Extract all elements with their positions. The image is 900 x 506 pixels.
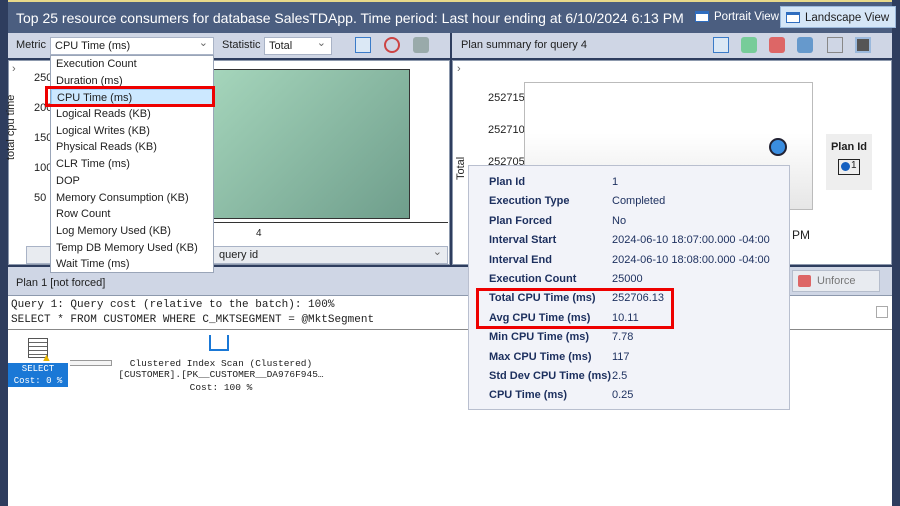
y-ticks: 252715 252710 252705: [488, 82, 525, 178]
landscape-icon: [786, 12, 800, 23]
tooltip-key: Execution Count: [489, 272, 577, 285]
tooltip-key: Execution Type: [489, 195, 570, 208]
option[interactable]: Physical Reads (KB): [51, 139, 213, 156]
chart-view-icon[interactable]: [855, 37, 871, 53]
query-sql-line: SELECT * FROM CUSTOMER WHERE C_MKTSEGMEN…: [11, 314, 375, 326]
plan-marker-icon: [841, 162, 850, 171]
configure-icon[interactable]: [384, 37, 400, 53]
tooltip-row: Execution Count 25000: [489, 270, 789, 289]
legend: Plan Id 1: [826, 134, 872, 190]
select-node[interactable]: SELECT Cost: 0 %: [8, 363, 68, 387]
expand-icon[interactable]: ›: [457, 63, 461, 75]
tooltip-key: Plan Id: [489, 176, 526, 188]
tooltip-value: 0.25: [612, 389, 634, 402]
tooltip-key: Min CPU Time (ms): [489, 331, 590, 344]
legend-title: Plan Id: [830, 141, 868, 153]
tooltip-value: 2024-06-10 18:08:00.000 -04:00: [612, 253, 770, 266]
tooltip-key: Interval Start: [489, 234, 557, 247]
y-tick: 252715: [488, 92, 525, 104]
option[interactable]: Logical Writes (KB): [51, 123, 213, 140]
option[interactable]: Log Memory Used (KB): [51, 223, 213, 240]
highlight-box: [45, 86, 215, 107]
tooltip-value: 117: [612, 350, 630, 363]
tooltip-key: Std Dev CPU Time (ms): [489, 369, 612, 382]
query-bar[interactable]: [205, 69, 410, 219]
option[interactable]: Logical Reads (KB): [51, 106, 213, 123]
tooltip-row: Min CPU Time (ms) 7.78: [489, 328, 789, 347]
expand-icon[interactable]: ›: [12, 63, 16, 75]
tooltip-key: Plan Forced: [489, 214, 552, 227]
tooltip-key: Interval End: [489, 253, 552, 266]
tooltip-row: CPU Time (ms) 0.25: [489, 386, 789, 405]
x-tick: PM: [792, 228, 810, 242]
chart-options-icon[interactable]: [413, 37, 429, 53]
landscape-label: Landscape View: [805, 12, 890, 24]
tooltip-value: 2.5: [612, 369, 628, 382]
tooltip-row: Max CPU Time (ms) 117: [489, 348, 789, 367]
plan-summary-header: Plan summary for query 4: [461, 39, 587, 51]
tooltip-value: No: [612, 214, 627, 227]
grid-view-icon[interactable]: [827, 37, 843, 53]
legend-item[interactable]: 1: [838, 159, 860, 175]
landscape-view-button[interactable]: Landscape View: [780, 6, 897, 28]
tooltip-row: Std Dev CPU Time (ms) 2.5: [489, 367, 789, 386]
query-cost-line: Query 1: Query cost (relative to the bat…: [11, 299, 335, 311]
statistic-label: Statistic: [222, 39, 261, 51]
unforce-plan-icon[interactable]: [769, 37, 785, 53]
option[interactable]: Execution Count: [51, 56, 213, 73]
option[interactable]: DOP: [51, 173, 213, 190]
option[interactable]: Temp DB Memory Used (KB): [51, 240, 213, 257]
op-name: Clustered Index Scan (Clustered): [129, 358, 313, 369]
tooltip-row: Interval Start 2024-06-10 18:07:00.000 -0…: [489, 231, 789, 250]
option[interactable]: Wait Time (ms): [51, 256, 213, 273]
unforce-plan-icon: [798, 275, 811, 287]
option[interactable]: Memory Consumption (KB): [51, 190, 213, 207]
metric-label: Metric: [16, 39, 46, 51]
plan-point[interactable]: [769, 138, 787, 156]
statistic-select[interactable]: Total: [264, 35, 332, 55]
refresh-icon[interactable]: [355, 37, 371, 53]
y-axis-label: Total: [455, 156, 467, 180]
compare-plans-icon[interactable]: [797, 37, 813, 53]
option[interactable]: Row Count: [51, 206, 213, 223]
tooltip-row: Execution Type Completed: [489, 192, 789, 211]
legend-item-label: 1: [851, 160, 857, 171]
tooltip-value: 2024-06-10 18:07:00.000 -04:00: [612, 234, 770, 247]
metric-select[interactable]: CPU Time (ms): [50, 35, 214, 55]
scroll-button[interactable]: [876, 306, 888, 318]
clustered-index-scan-icon: [209, 335, 229, 351]
refresh-icon[interactable]: [713, 37, 729, 53]
index-scan-node[interactable]: Clustered Index Scan (Clustered) [CUSTOM…: [116, 358, 326, 393]
tooltip-value: 1: [612, 176, 619, 188]
y-axis-label: total cpu time: [5, 94, 17, 160]
tooltip-row: Plan Id 1: [489, 173, 789, 192]
portrait-icon: [695, 11, 709, 22]
plan-header: Plan 1 [not forced]: [16, 277, 106, 289]
tooltip-key: CPU Time (ms): [489, 389, 568, 402]
highlight-box: [476, 288, 674, 329]
tooltip-key: Max CPU Time (ms): [489, 350, 592, 363]
option[interactable]: CLR Time (ms): [51, 156, 213, 173]
flow-arrow: [70, 360, 112, 366]
query-text: Query 1: Query cost (relative to the bat…: [11, 298, 374, 328]
y-tick: 252710: [488, 124, 525, 136]
x-tick: 4: [256, 228, 262, 239]
force-plan-icon[interactable]: [741, 37, 757, 53]
portrait-view-button[interactable]: Portrait View: [690, 6, 785, 28]
portrait-label: Portrait View: [714, 11, 779, 23]
tooltip-value: Completed: [612, 195, 666, 208]
tooltip-value: 7.78: [612, 331, 634, 344]
op-cost: Cost: 100 %: [189, 382, 253, 393]
op-object: [CUSTOMER].[PK__CUSTOMER__DA976F945…: [118, 369, 324, 380]
unforce-plan-button[interactable]: Unforce Plan: [792, 270, 880, 307]
tooltip-row: Interval End 2024-06-10 18:08:00.000 -04:…: [489, 251, 789, 270]
tooltip-value: 25000: [612, 272, 643, 285]
select-node-cost: Cost: 0 %: [13, 376, 63, 386]
tooltip-row: Plan Forced No: [489, 212, 789, 231]
x-axis-select-value: query id: [219, 249, 259, 261]
select-node-label: SELECT: [21, 364, 55, 374]
